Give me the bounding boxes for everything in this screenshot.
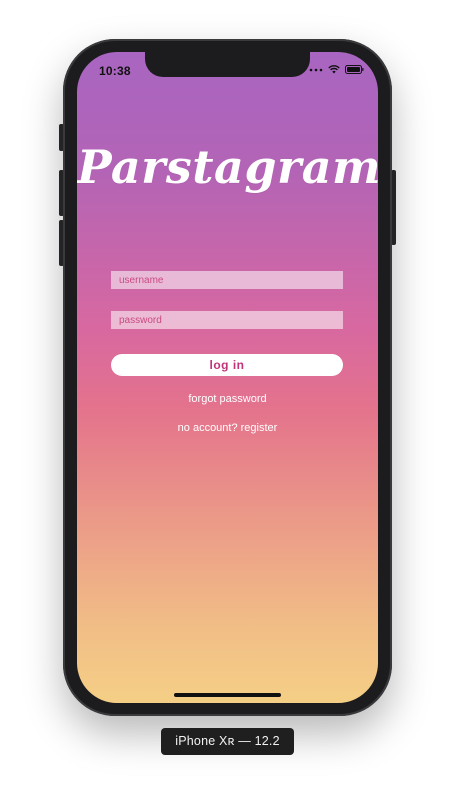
- wifi-icon: [328, 65, 340, 74]
- signal-dots-icon: [309, 67, 323, 73]
- forgot-password-link[interactable]: forgot password: [77, 393, 378, 405]
- device-screen: 10:38 Parstagram username log in forgot …: [77, 52, 378, 703]
- login-button[interactable]: log in: [111, 354, 343, 376]
- password-field[interactable]: [111, 311, 343, 329]
- simulator-stage: 10:38 Parstagram username log in forgot …: [0, 0, 455, 792]
- home-indicator[interactable]: [174, 693, 281, 697]
- simulator-device-label: iPhone Xʀ — 12.2: [161, 728, 294, 755]
- status-icons: [309, 65, 364, 74]
- notch: [145, 52, 310, 77]
- register-link[interactable]: no account? register: [77, 422, 378, 434]
- username-field[interactable]: [111, 271, 343, 289]
- app-logo: Parstagram: [77, 140, 378, 194]
- battery-icon: [345, 65, 364, 74]
- status-time: 10:38: [99, 64, 131, 78]
